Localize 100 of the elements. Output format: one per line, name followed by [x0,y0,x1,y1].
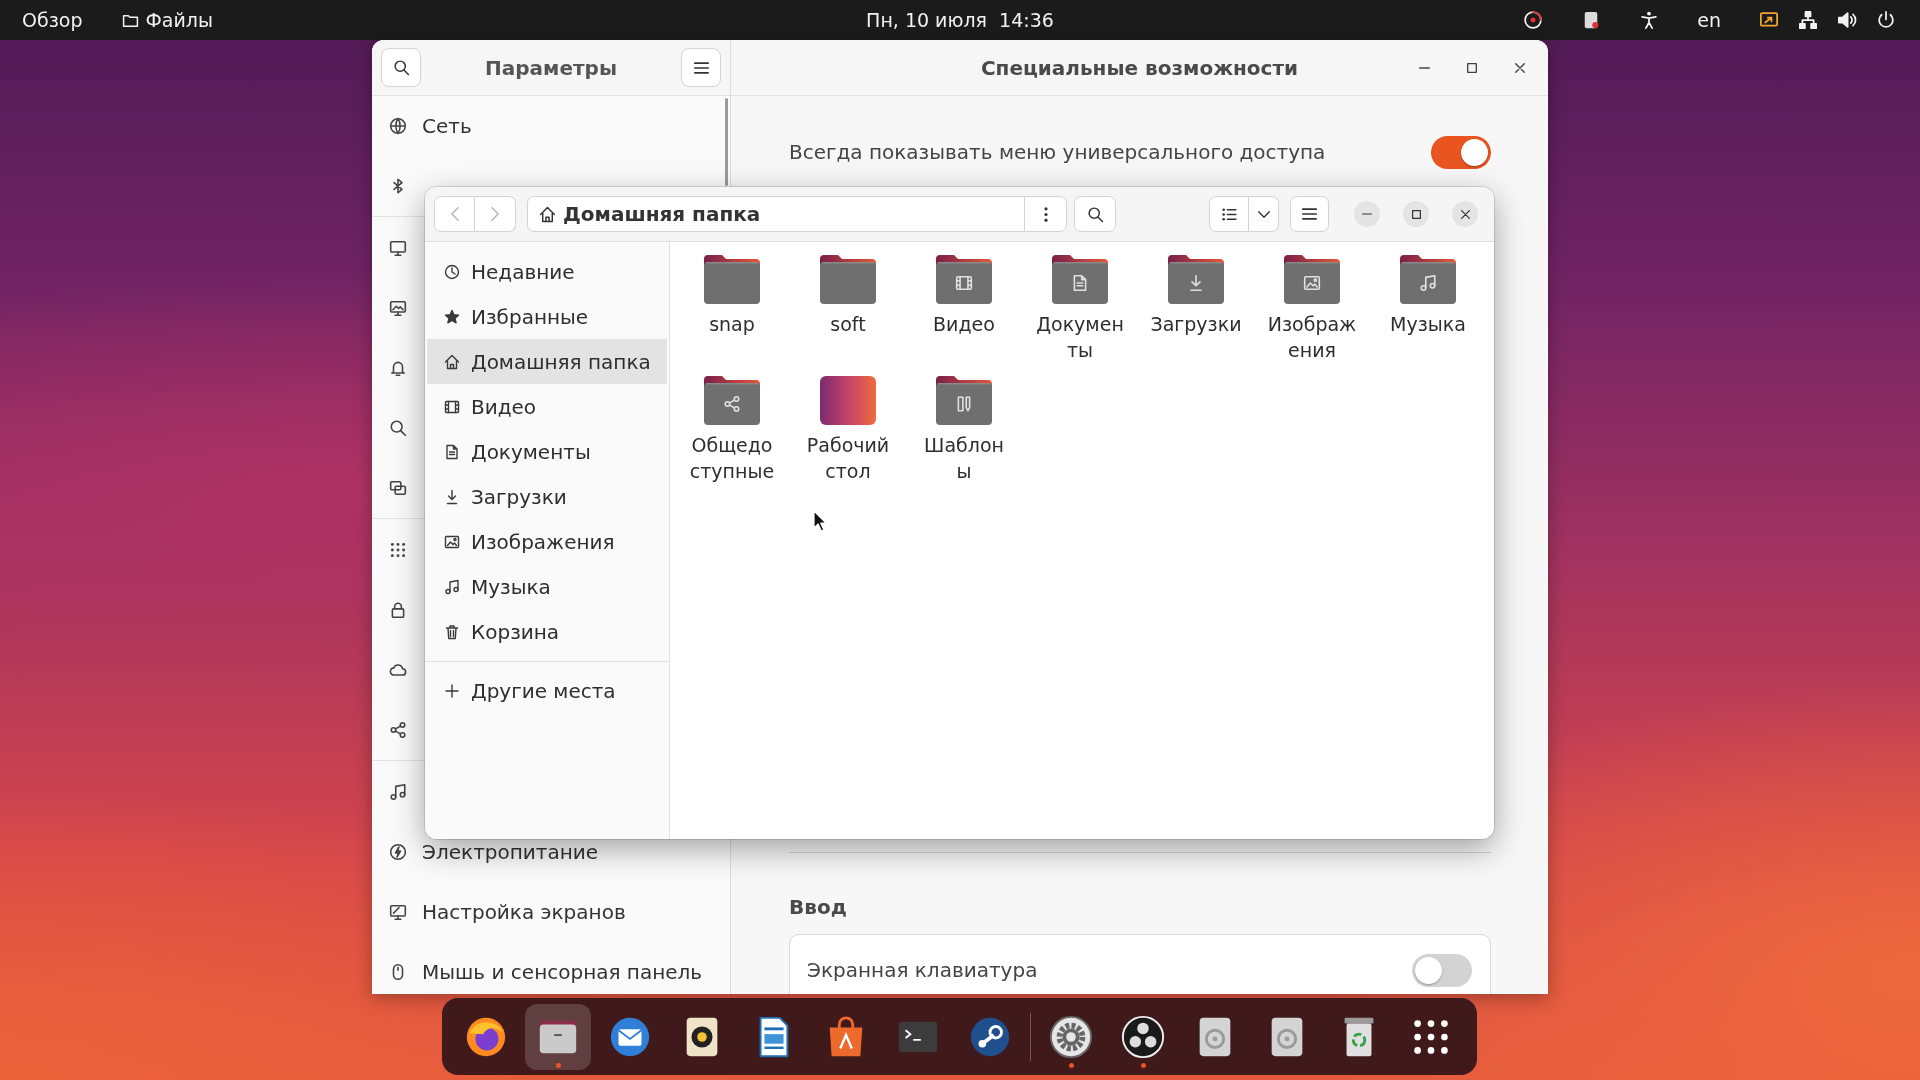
power-bolt-icon [389,843,407,861]
sidebar-item[interactable]: Настройка экранов [372,899,730,925]
toggle-switch[interactable] [1431,135,1491,169]
toggle-switch[interactable] [1412,953,1472,987]
minimize-icon [1418,66,1430,69]
star-icon [444,308,460,325]
folder-item[interactable]: Рабочий стол [790,376,906,484]
folder-item[interactable]: Музыка [1370,255,1486,337]
circle-indicator-icon[interactable] [1523,10,1544,30]
document-icon [444,443,460,460]
image-icon [444,533,460,550]
menu-icon [1302,208,1317,220]
sidebar-item[interactable]: Мышь и сенсорная панель [372,959,730,985]
maximize-icon [1467,62,1477,73]
film-icon [444,398,460,415]
clock-icon [444,263,460,280]
share-folder-icon [704,376,760,425]
power-icon[interactable] [1876,10,1896,30]
section-heading: Ввод [789,895,847,919]
search-icon [392,59,410,76]
setting-label: Экранная клавиатура [807,958,1038,982]
minimize-icon [1362,213,1372,215]
settings-icon [1048,1013,1094,1060]
sidebar-item[interactable]: Другие места [427,668,667,713]
view-dropdown-button[interactable] [1249,196,1279,232]
sidebar-item[interactable]: Электропитание [372,839,730,865]
download-icon [444,488,460,505]
folder-item[interactable]: Шаблон ы [906,376,1022,484]
menu-button[interactable] [681,48,721,87]
sidebar-item[interactable]: Корзина [427,609,667,654]
screen-share-icon[interactable] [1759,10,1779,30]
app-menu-button[interactable]: Файлы [122,9,213,31]
search-icon [389,419,407,437]
scrollbar[interactable] [725,98,728,186]
chevron-right-icon [491,207,499,221]
film-folder-icon [936,255,992,304]
sidebar-item[interactable]: Видео [427,384,667,429]
sidebar-item[interactable]: Документы [427,429,667,474]
maximize-button[interactable] [1403,201,1429,227]
list-view-icon [1220,205,1238,223]
volume-icon[interactable] [1837,10,1857,30]
keyboard-layout-button[interactable]: en [1697,9,1721,31]
bell-icon [389,359,407,377]
home-icon [444,353,460,370]
folder-item[interactable]: soft [790,255,906,337]
cloud-icon [389,661,407,679]
sidebar-item[interactable]: Музыка [427,564,667,609]
activities-button[interactable]: Обзор [22,9,83,31]
music-folder-icon [1400,255,1456,304]
chevron-left-icon [450,207,459,221]
template-folder-icon [936,376,992,425]
sidebar-item[interactable]: Загрузки [427,474,667,519]
download-folder-icon [1168,255,1224,304]
folder-item[interactable]: Изображ ения [1254,255,1370,363]
share-icon [389,721,407,739]
plus-icon [444,682,460,699]
folder-item[interactable]: Общедо ступные [674,376,790,484]
dot-grid-icon [389,541,407,559]
sidebar-item[interactable]: Сеть [372,113,730,139]
search-button[interactable] [1074,196,1116,232]
maximize-icon [1411,209,1421,219]
folder-item[interactable]: Загрузки [1138,255,1254,337]
chevron-down-icon [1257,210,1270,218]
clock-button[interactable]: Пн, 10 июля 14:36 [866,9,1054,31]
image-folder-icon [1284,255,1340,304]
folder-item[interactable]: Видео [906,255,1022,337]
network-icon[interactable] [1798,10,1818,30]
home-icon [539,205,556,223]
display-icon [389,903,407,921]
mouse-pointer-icon [813,510,827,532]
music-note-icon [444,578,460,595]
monitor-picture-icon [389,299,407,317]
three-dot-circle-icon [1120,1013,1166,1060]
window-title: Специальные возможности [980,55,1299,80]
folder-icon [704,255,760,304]
close-icon [1460,209,1470,219]
accessibility-icon[interactable] [1639,10,1660,30]
sidebar-item[interactable]: Изображения [427,519,667,564]
setting-label: Всегда показывать меню универсального доступа [789,140,1326,164]
gradient-square-icon [820,376,876,425]
lock-icon [389,601,407,619]
sidebar-item[interactable]: Домашняя папка [427,339,667,384]
search-button[interactable] [381,48,421,87]
sidebar-item[interactable]: Недавние [427,249,667,294]
close-button[interactable] [1452,201,1478,227]
minimize-button[interactable] [1354,201,1380,227]
menu-icon [693,61,709,74]
sidebar-title: Параметры [484,55,618,80]
dock-item[interactable] [525,1003,591,1070]
folder-item[interactable]: snap [674,255,790,337]
folder-icon [820,255,876,304]
monitor-icon [389,239,407,257]
trash-icon [444,623,460,640]
more-icon [1043,206,1048,222]
search-icon [1086,205,1104,223]
sidebar-item[interactable]: Избранные [427,294,667,339]
globe-icon [389,117,407,135]
menu-button[interactable] [1290,196,1329,232]
folder-item[interactable]: Докумен ты [1022,255,1138,363]
view-button[interactable] [1209,196,1249,232]
